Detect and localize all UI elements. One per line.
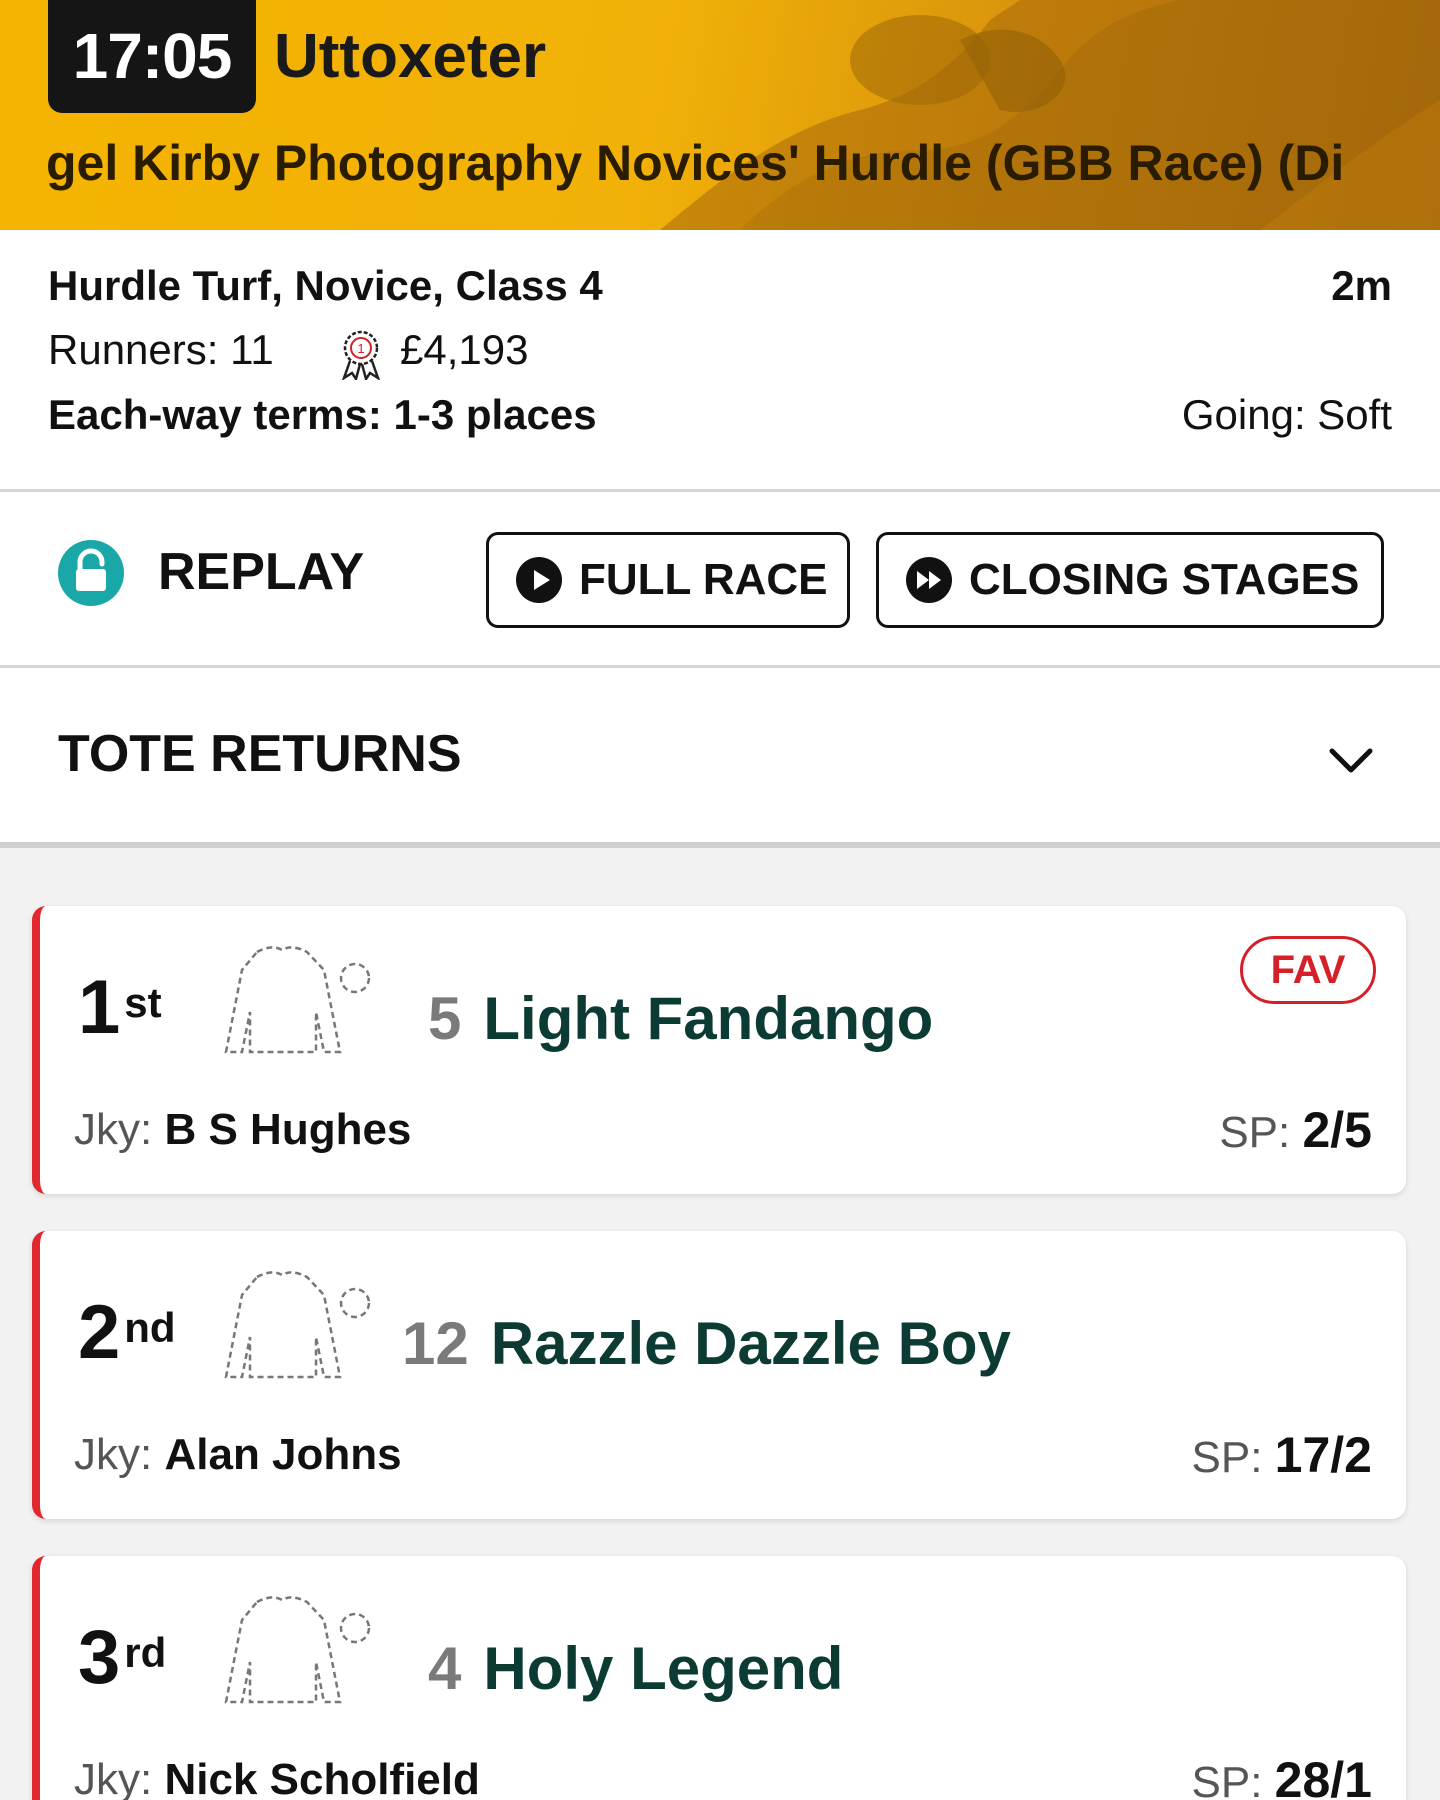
- race-header-banner: 17:05 Uttoxeter gel Kirby Photography No…: [0, 0, 1440, 230]
- full-race-label: FULL RACE: [579, 555, 828, 604]
- jockey-row: Jky: Nick Scholfield: [74, 1752, 480, 1800]
- jockey-row: Jky: B S Hughes: [74, 1102, 411, 1158]
- horse-name: Holy Legend: [483, 1635, 844, 1702]
- course-name: Uttoxeter: [274, 22, 547, 91]
- position-number: 3: [78, 1615, 121, 1700]
- race-time: 17:05: [48, 0, 256, 113]
- rosette-icon: 1: [341, 330, 381, 380]
- jockey-label: Jky:: [74, 1105, 153, 1154]
- horse-name-row[interactable]: 5 Light Fandango: [428, 984, 933, 1054]
- tote-returns-toggle[interactable]: TOTE RETURNS: [0, 668, 1440, 848]
- race-type: Hurdle Turf, Novice, Class 4: [48, 262, 603, 309]
- chevron-down-icon[interactable]: [1328, 746, 1374, 776]
- jockey-silk-icon: [224, 946, 371, 1054]
- fast-forward-icon: [906, 557, 952, 603]
- sp-value: 2/5: [1302, 1102, 1372, 1158]
- horse-name-row[interactable]: 4 Holy Legend: [428, 1634, 843, 1704]
- jockey-name: B S Hughes: [164, 1105, 412, 1154]
- position-suffix: nd: [124, 1304, 176, 1351]
- jockey-label: Jky:: [74, 1430, 153, 1479]
- saddle-cloth-number: 5: [428, 985, 462, 1052]
- starting-price: SP: 17/2: [1192, 1427, 1372, 1486]
- race-title: gel Kirby Photography Novices' Hurdle (G…: [46, 135, 1345, 191]
- sp-value: 17/2: [1274, 1427, 1372, 1483]
- closing-stages-button[interactable]: CLOSING STAGES: [876, 532, 1384, 628]
- result-card[interactable]: 1 st 5 Light Fandango FAV Jky: B S Hughes…: [32, 906, 1406, 1194]
- race-distance: 2m: [1331, 262, 1392, 309]
- each-way-terms: Each-way terms: 1-3 places: [48, 391, 597, 438]
- tote-returns-label: TOTE RETURNS: [58, 725, 462, 783]
- prize-money: £4,193: [400, 326, 529, 373]
- race-type-row: Hurdle Turf, Novice, Class 4 2m: [48, 258, 1392, 314]
- saddle-cloth-number: 12: [402, 1310, 469, 1377]
- jockey-silk-icon: [224, 1271, 371, 1379]
- play-icon: [516, 557, 562, 603]
- jockey-silk-icon: [224, 1596, 371, 1704]
- sp-label: SP:: [1191, 1758, 1263, 1800]
- jockey-row: Jky: Alan Johns: [74, 1427, 402, 1483]
- closing-stages-label: CLOSING STAGES: [969, 555, 1360, 604]
- position-suffix: rd: [124, 1629, 167, 1676]
- full-race-button[interactable]: FULL RACE: [486, 532, 850, 628]
- finish-position: 2 nd: [78, 1293, 176, 1373]
- position-number: 1: [78, 965, 121, 1050]
- race-info: Hurdle Turf, Novice, Class 4 2m Runners:…: [0, 230, 1440, 492]
- horse-name: Light Fandango: [483, 985, 934, 1052]
- runners-row: Runners: 11 1 £4,193: [48, 322, 1392, 380]
- going: Going: Soft: [1181, 391, 1392, 438]
- favourite-badge: FAV: [1240, 936, 1376, 1004]
- jockey-name: Alan Johns: [164, 1430, 402, 1479]
- sp-value: 28/1: [1274, 1752, 1372, 1800]
- sp-label: SP:: [1219, 1108, 1291, 1157]
- starting-price: SP: 28/1: [1192, 1752, 1372, 1800]
- result-card[interactable]: 3 rd 4 Holy Legend Jky: Nick Scholfield S…: [32, 1556, 1406, 1800]
- jockey-label: Jky:: [74, 1755, 153, 1800]
- saddle-cloth-number: 4: [428, 1635, 462, 1702]
- sp-label: SP:: [1191, 1433, 1263, 1482]
- result-card[interactable]: 2 nd 12 Razzle Dazzle Boy Jky: Alan Johns…: [32, 1231, 1406, 1519]
- runners-count: Runners: 11: [48, 326, 274, 373]
- replay-row: REPLAY FULL RACE CLOSING STAGES: [0, 492, 1440, 668]
- position-number: 2: [78, 1290, 121, 1375]
- horse-name: Razzle Dazzle Boy: [490, 1310, 1011, 1377]
- horse-name-row[interactable]: 12 Razzle Dazzle Boy: [402, 1309, 1011, 1379]
- lock-icon: [58, 540, 124, 606]
- finish-position: 1 st: [78, 968, 162, 1048]
- starting-price: SP: 2/5: [1219, 1102, 1372, 1161]
- svg-text:1: 1: [357, 341, 364, 356]
- each-way-row: Each-way terms: 1-3 places Going: Soft: [48, 387, 1392, 443]
- jockey-name: Nick Scholfield: [164, 1755, 480, 1800]
- position-suffix: st: [124, 979, 162, 1026]
- finish-position: 3 rd: [78, 1618, 166, 1698]
- replay-label: REPLAY: [158, 543, 365, 601]
